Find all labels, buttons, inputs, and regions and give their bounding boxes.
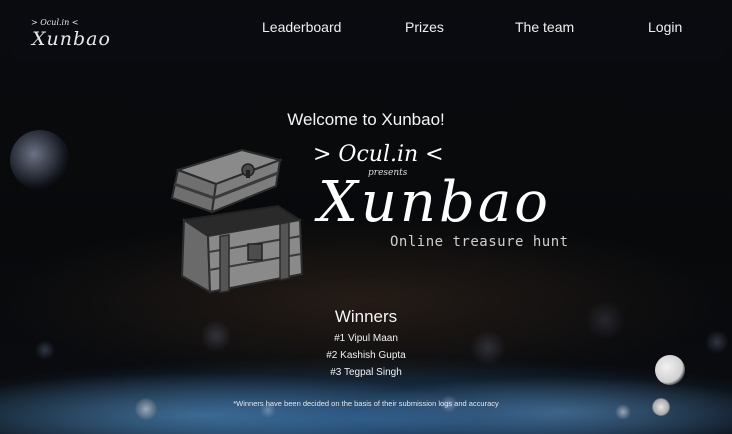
welcome-heading: Welcome to Xunbao!	[287, 110, 445, 129]
winners-footnote: *Winners have been decided on the basis …	[233, 399, 499, 408]
bokeh-light	[10, 130, 70, 190]
logo-title: Xunbao	[32, 28, 111, 50]
treasure-chest-icon	[170, 148, 304, 294]
winner-2: #2 Kashish Gupta	[326, 350, 406, 361]
ocul-brand: > Ocul.in <	[313, 142, 444, 167]
nav-the-team[interactable]: The team	[515, 19, 574, 35]
top-nav-bar	[13, 12, 726, 60]
nav-prizes[interactable]: Prizes	[405, 19, 444, 35]
nav-leaderboard[interactable]: Leaderboard	[262, 19, 341, 35]
site-logo[interactable]: > Ocul.in < Xunbao	[25, 16, 115, 56]
winners-heading: Winners	[334, 307, 398, 326]
winner-1: #1 Vipul Maan	[334, 333, 398, 344]
hero-subtitle: Online treasure hunt	[390, 234, 569, 250]
logo-tagline: > Ocul.in <	[31, 18, 79, 27]
hero-title: Xunbao	[318, 170, 551, 235]
nav-login[interactable]: Login	[648, 19, 682, 35]
winner-3: #3 Tegpal Singh	[330, 367, 402, 378]
